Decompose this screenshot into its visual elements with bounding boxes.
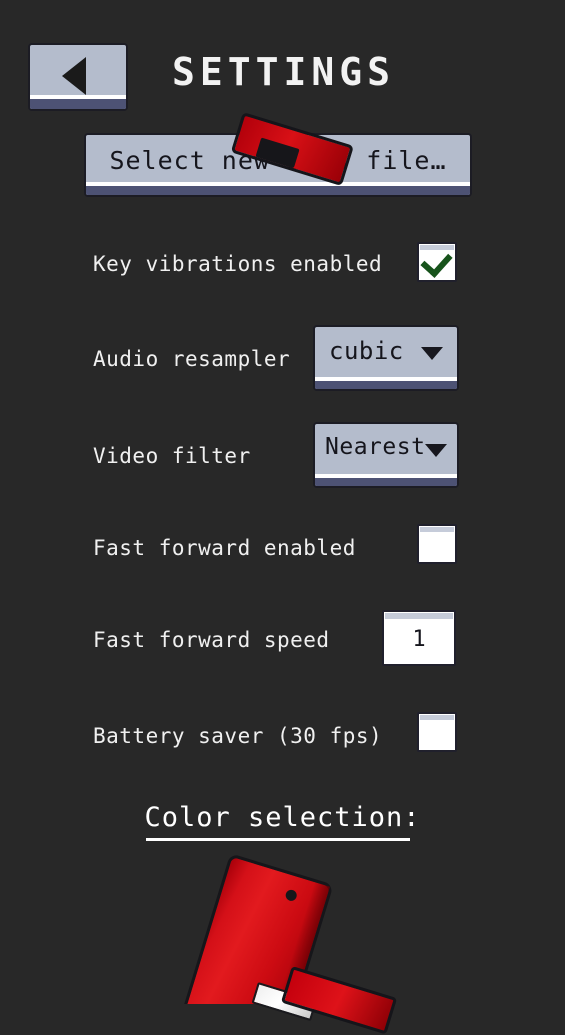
dropdown-audio-resampler[interactable]: cubic xyxy=(313,325,459,391)
checkbox-key-vibrations[interactable] xyxy=(417,242,457,282)
back-button[interactable] xyxy=(28,43,128,111)
dropdown-video-filter[interactable]: Nearest xyxy=(313,422,459,488)
setting-row-fast-forward-speed: Fast forward speed 1 xyxy=(0,610,565,666)
dropdown-value-video-filter: Nearest xyxy=(325,434,426,460)
setting-label-audio-resampler: Audio resampler xyxy=(93,347,291,371)
setting-label-fast-forward-enabled: Fast forward enabled xyxy=(93,536,356,560)
setting-row-fast-forward-enabled: Fast forward enabled xyxy=(0,524,565,570)
header: Settings xyxy=(0,0,565,120)
color-selection-heading-underline xyxy=(146,838,410,841)
setting-label-battery-saver: Battery saver (30 fps) xyxy=(93,724,383,748)
setting-label-key-vibrations: Key vibrations enabled xyxy=(93,252,383,276)
dropdown-bevel-shadow xyxy=(315,381,457,389)
dropdown-bevel-shadow xyxy=(315,478,457,486)
setting-label-fast-forward-speed: Fast forward speed xyxy=(93,628,330,652)
input-fast-forward-speed[interactable]: 1 xyxy=(382,610,456,666)
setting-label-video-filter: Video filter xyxy=(93,444,251,468)
chevron-down-icon xyxy=(421,347,443,360)
page-title: Settings xyxy=(172,35,396,98)
input-inner-highlight xyxy=(385,613,453,619)
setting-row-audio-resampler: Audio resampler cubic xyxy=(0,325,565,391)
color-selection-heading: Color selection: xyxy=(144,802,421,833)
back-arrow-icon xyxy=(62,57,86,95)
dropdown-value-audio-resampler: cubic xyxy=(329,337,404,365)
checkbox-inner-highlight xyxy=(420,715,454,720)
checkbox-battery-saver[interactable] xyxy=(417,712,457,752)
checkbox-inner-highlight xyxy=(420,527,454,532)
setting-row-video-filter: Video filter Nearest xyxy=(0,422,565,488)
setting-row-key-vibrations: Key vibrations enabled xyxy=(0,240,565,286)
checkbox-fast-forward-enabled[interactable] xyxy=(417,524,457,564)
input-value-fast-forward-speed: 1 xyxy=(412,627,426,652)
chevron-down-icon xyxy=(425,444,447,457)
checkmark-icon xyxy=(420,245,453,278)
back-button-bevel-shadow xyxy=(30,99,126,109)
device-camera-dot-icon xyxy=(284,888,299,903)
color-preview-device[interactable] xyxy=(0,855,565,1004)
setting-row-battery-saver: Battery saver (30 fps) xyxy=(0,712,565,758)
bios-button-bevel-shadow xyxy=(86,186,470,195)
